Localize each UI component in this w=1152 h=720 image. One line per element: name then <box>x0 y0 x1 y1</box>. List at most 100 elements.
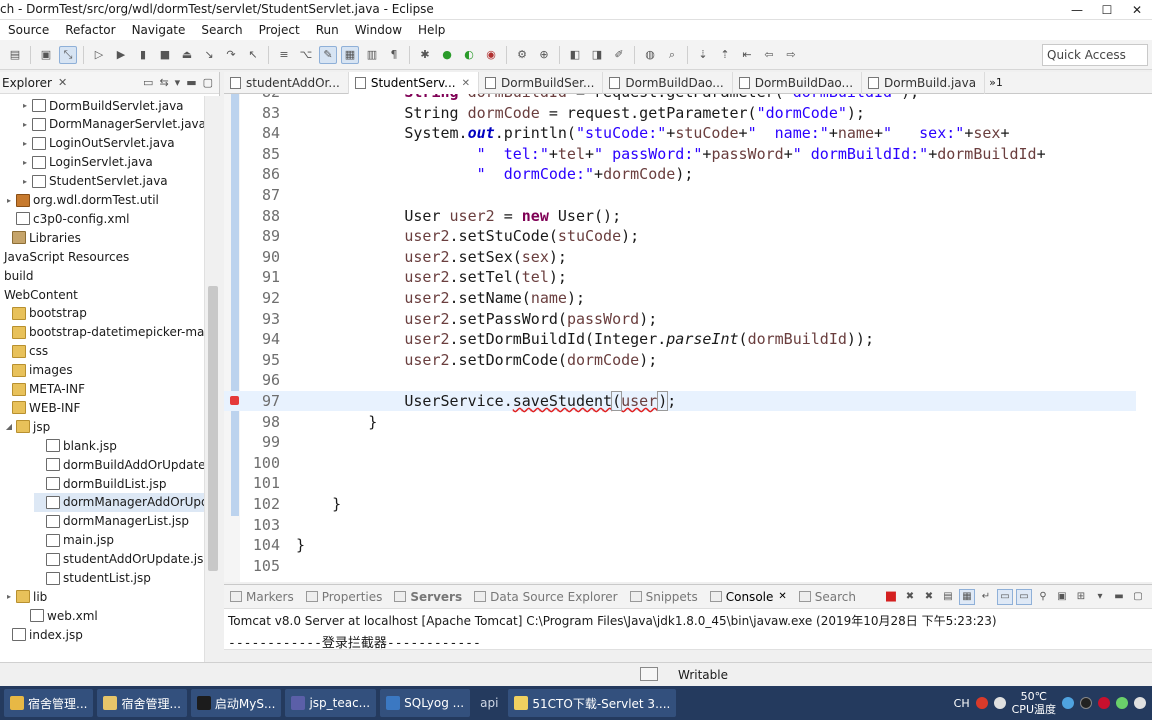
tree-item[interactable]: c3p0-config.xml <box>4 209 129 228</box>
tree-item[interactable]: web.xml <box>18 606 98 625</box>
save-icon[interactable]: ▤ <box>6 46 24 64</box>
terminate-icon[interactable]: ■ <box>156 46 174 64</box>
terminate-icon[interactable]: ■ <box>883 589 899 605</box>
close-tab-icon[interactable]: ✕ <box>778 591 786 602</box>
terminal-icon[interactable]: ▣ <box>37 46 55 64</box>
taskbar-button[interactable]: 启动MyS... <box>190 689 282 717</box>
code-line[interactable]: 103 <box>224 515 1136 535</box>
quick-access-input[interactable]: Quick Access <box>1042 44 1148 66</box>
taskbar-button[interactable]: 宿舍管理... <box>97 689 187 717</box>
tree-item[interactable]: JavaScript Resources <box>0 247 129 266</box>
tree-item[interactable]: Libraries <box>0 228 81 247</box>
word-wrap-icon[interactable]: ↵ <box>978 589 994 605</box>
tree-item[interactable]: studentList.jsp <box>34 569 151 588</box>
expand-arrow-icon[interactable]: ▸ <box>20 101 30 110</box>
next-annotation-icon[interactable]: ⇣ <box>694 46 712 64</box>
maximize-button[interactable]: ☐ <box>1092 0 1122 20</box>
show-on-output-icon[interactable]: ▭ <box>997 588 1013 605</box>
globe-icon[interactable]: ◍ <box>641 46 659 64</box>
menu-source[interactable]: Source <box>0 23 57 37</box>
network-icon[interactable] <box>993 697 1006 709</box>
resume-icon[interactable]: ▶ <box>112 46 130 64</box>
taskbar-button[interactable]: jsp_teac... <box>285 689 377 717</box>
expand-arrow-icon[interactable]: ▸ <box>20 177 30 186</box>
menu-navigate[interactable]: Navigate <box>124 23 194 37</box>
toggle-mark-occurrences-icon[interactable]: ⤡ <box>59 45 77 64</box>
code-line[interactable]: 100 <box>224 453 1136 473</box>
tree-item[interactable]: ▸ LoginServlet.java <box>20 153 153 172</box>
tree-item[interactable]: main.jsp <box>34 531 114 550</box>
minimize-view-icon[interactable]: ▬ <box>1111 589 1127 605</box>
ime-indicator[interactable]: CH <box>954 697 970 710</box>
tree-item[interactable]: index.jsp <box>0 625 83 644</box>
forward-icon[interactable]: ⇨ <box>782 46 800 64</box>
menu-search[interactable]: Search <box>193 23 250 37</box>
expand-arrow-icon[interactable]: ▸ <box>4 196 14 205</box>
code-line[interactable]: 104} <box>224 535 1136 555</box>
view-menu-icon[interactable]: ▾ <box>175 76 181 89</box>
tree-vertical-scrollbar[interactable] <box>204 96 220 666</box>
code-line[interactable]: 86 " dormCode:"+dormCode); <box>224 164 1136 184</box>
pencil-icon[interactable]: ✐ <box>610 46 628 64</box>
tree-item[interactable]: css <box>0 342 48 361</box>
expand-arrow-icon[interactable]: ◢ <box>4 422 14 431</box>
highlight-icon[interactable]: ✎ <box>319 45 337 64</box>
taskbar-button[interactable]: 51CTO下载-Servlet 3.... <box>508 689 677 717</box>
tab-servers[interactable]: Servers <box>388 590 468 604</box>
tree-item[interactable]: images <box>0 361 73 380</box>
explorer-title[interactable]: Explorer <box>2 76 52 90</box>
menu-project[interactable]: Project <box>251 23 308 37</box>
skip-breakpoints-icon[interactable]: ▷ <box>90 46 108 64</box>
open-type-icon[interactable]: ⊕ <box>535 46 553 64</box>
toggle-breadcrumb-icon[interactable]: ⌥ <box>297 46 315 64</box>
tree-item[interactable]: bootstrap <box>0 304 87 323</box>
tree-item[interactable]: WEB-INF <box>0 398 80 417</box>
open-folder-icon[interactable]: ◧ <box>566 46 584 64</box>
scrollbar-thumb[interactable] <box>208 286 218 571</box>
tab-search[interactable]: Search <box>793 590 862 604</box>
tab-markers[interactable]: Markers <box>224 590 300 604</box>
back-icon[interactable]: ⇦ <box>760 46 778 64</box>
tree-item[interactable]: ▸ DormManagerServlet.java <box>20 115 204 134</box>
cpu-temperature[interactable]: 50℃ CPU温度 <box>1012 690 1056 716</box>
minimize-view-icon[interactable]: ▬ <box>186 76 196 89</box>
run-icon[interactable]: ● <box>438 46 456 64</box>
taskbar-button[interactable]: api <box>474 689 504 717</box>
maximize-view-icon[interactable]: ▢ <box>1130 589 1146 605</box>
format-icon[interactable]: ≡ <box>275 46 293 64</box>
code-line[interactable]: 105 <box>224 556 1136 576</box>
scroll-lock-icon[interactable]: ▦ <box>959 588 975 605</box>
code-line[interactable]: 89 user2.setStuCode(stuCode); <box>224 226 1136 246</box>
expand-arrow-icon[interactable]: ▸ <box>20 120 30 129</box>
code-line[interactable]: 94 user2.setDormBuildId(Integer.parseInt… <box>224 329 1136 349</box>
search-icon[interactable]: ⌕ <box>663 46 681 64</box>
tree-item[interactable]: dormBuildAddOrUpdate.jsp <box>34 455 204 474</box>
tree-item[interactable]: bootstrap-datetimepicker-master <box>0 323 204 342</box>
tree-item[interactable]: ▸ LoginOutServlet.java <box>20 134 175 153</box>
code-line[interactable]: 102 } <box>224 494 1136 514</box>
minimize-button[interactable]: — <box>1062 0 1092 20</box>
tab-console[interactable]: Console ✕ <box>704 590 793 604</box>
code-line[interactable]: 87 <box>224 185 1136 205</box>
tree-item[interactable]: WebContent <box>0 285 78 304</box>
sogou-icon[interactable] <box>975 697 988 709</box>
code-line[interactable]: 97 UserService.saveStudent(user); <box>224 391 1136 411</box>
close-button[interactable]: ✕ <box>1122 0 1152 20</box>
remove-all-icon[interactable]: ✖ <box>921 589 937 605</box>
code-line[interactable]: 95 user2.setDormCode(dormCode); <box>224 350 1136 370</box>
tree-item[interactable]: build <box>0 266 34 285</box>
menu-help[interactable]: Help <box>410 23 453 37</box>
block-selection-icon[interactable]: ▦ <box>341 45 359 64</box>
coverage-icon[interactable]: ◐ <box>460 46 478 64</box>
tree-item[interactable]: dormManagerAddOrUpdate <box>34 492 204 512</box>
pin-console-icon[interactable]: ⚲ <box>1035 589 1051 605</box>
editor-tab[interactable]: StudentServ... ✕ <box>348 72 480 94</box>
code-line[interactable]: 93 user2.setPassWord(passWord); <box>224 309 1136 329</box>
tree-item[interactable]: dormBuildList.jsp <box>34 474 167 493</box>
tab-data-source-explorer[interactable]: Data Source Explorer <box>468 590 623 604</box>
remove-launch-icon[interactable]: ✖ <box>902 589 918 605</box>
tab-overflow-button[interactable]: »1 <box>985 72 1007 93</box>
close-icon[interactable]: ✕ <box>58 76 67 89</box>
open-console-icon[interactable]: ⊞ <box>1073 589 1089 605</box>
menu-window[interactable]: Window <box>347 23 410 37</box>
